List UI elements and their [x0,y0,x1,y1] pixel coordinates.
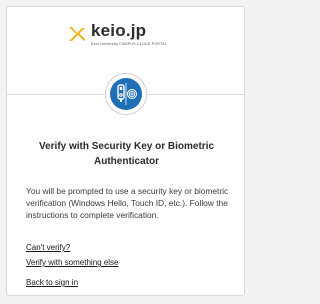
signin-card: keio.jp Keio University CAMPUS CLOUD POR… [6,6,245,296]
authenticator-badge [105,73,147,115]
verify-with-something-else-link[interactable]: Verify with something else [26,258,119,267]
authenticator-badge-fill [110,78,142,110]
keio-logo-icon [69,27,86,41]
logo-name: keio.jp [91,21,147,40]
auth-description: You will be prompted to use a security k… [26,186,229,220]
cant-verify-link[interactable]: Can't verify? [26,243,70,252]
security-key-biometric-icon [117,83,137,105]
auth-title: Verify with Security Key or Biometric Au… [38,141,215,167]
back-to-sign-in-link[interactable]: Back to sign in [26,278,78,287]
logo-subtitle: Keio University CAMPUS CLOUD PORTAL [91,42,167,46]
keio-logo: keio.jp Keio University CAMPUS CLOUD POR… [65,21,205,53]
